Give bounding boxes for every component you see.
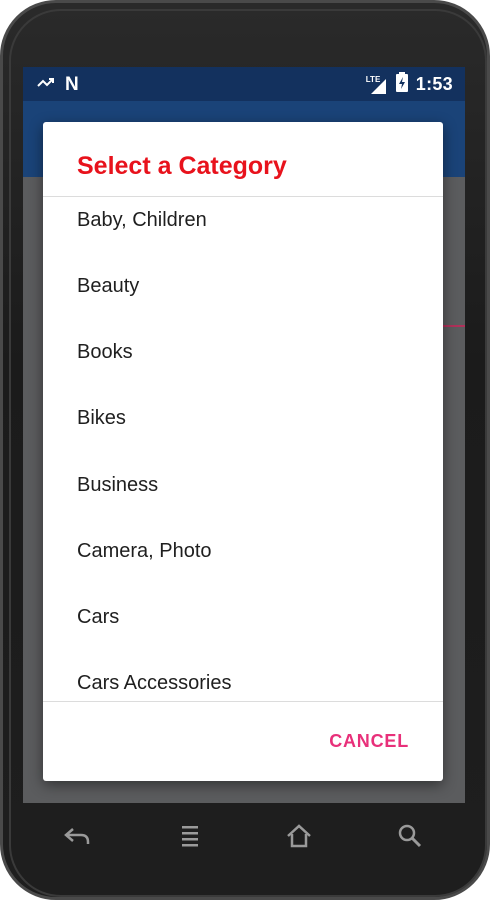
list-item-camera-photo[interactable]: Camera, Photo (77, 540, 212, 563)
missed-call-icon (37, 76, 55, 95)
list-item-cars-accessories[interactable]: Cars Accessories (77, 672, 232, 695)
lte-signal-icon: LTE (366, 75, 388, 95)
list-item-business[interactable]: Business (77, 474, 158, 497)
phone-screen: N LTE 1:53 Select a Category Baby, Child… (23, 67, 465, 803)
category-dialog: Select a Category Baby, Children Beauty … (43, 122, 443, 781)
list-item-books[interactable]: Books (77, 341, 133, 364)
list-item-baby-children[interactable]: Baby, Children (77, 209, 207, 232)
list-item-bikes[interactable]: Bikes (77, 407, 126, 430)
status-bar: N LTE 1:53 (23, 67, 465, 101)
home-icon[interactable] (285, 823, 313, 854)
notification-n-icon: N (65, 74, 79, 95)
list-item-cars[interactable]: Cars (77, 606, 119, 629)
status-time: 1:53 (415, 74, 453, 94)
cancel-button[interactable]: CANCEL (329, 731, 409, 752)
dialog-title: Select a Category (77, 152, 287, 180)
divider (43, 701, 443, 702)
list-item-beauty[interactable]: Beauty (77, 275, 139, 298)
nav-bar (23, 803, 465, 875)
category-list[interactable]: Baby, Children Beauty Books Bikes Busine… (43, 197, 443, 701)
menu-icon[interactable] (178, 823, 202, 854)
battery-icon (395, 72, 408, 97)
search-icon[interactable] (397, 823, 423, 854)
back-icon[interactable] (63, 823, 91, 854)
